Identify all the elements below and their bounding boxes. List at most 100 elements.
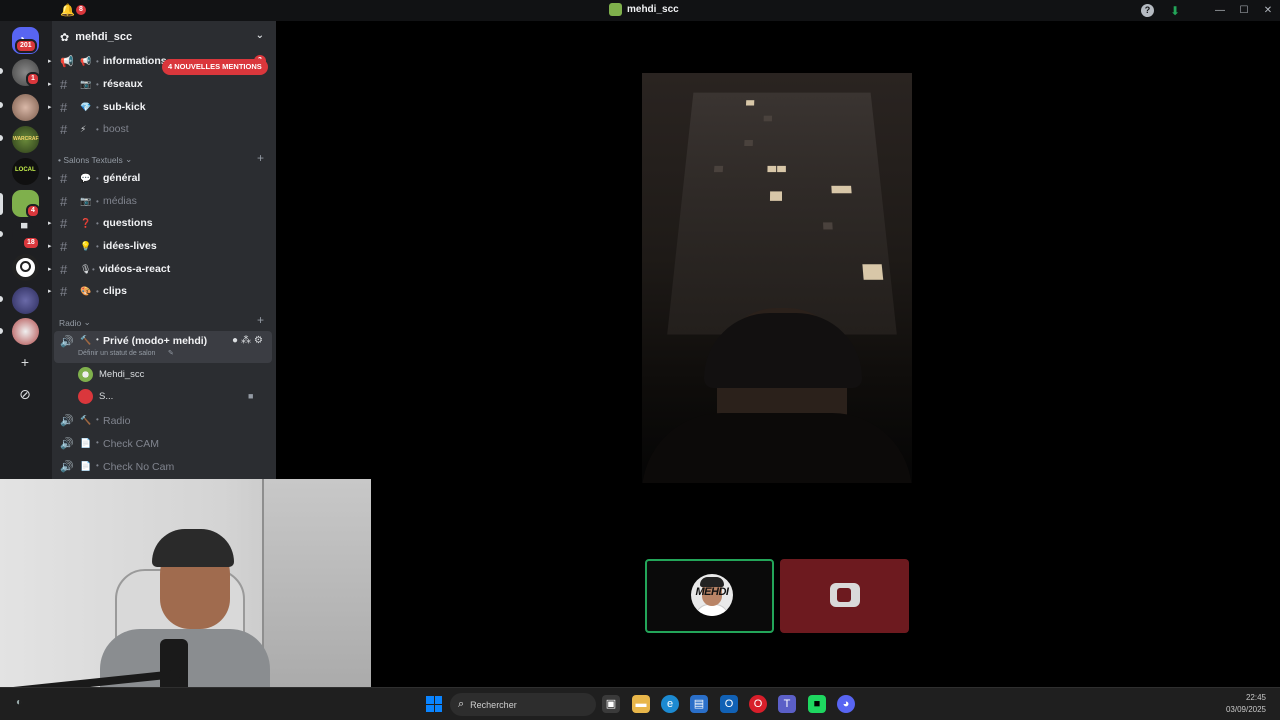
voice-channel-check-cam[interactable]: 🔊 📄 • Check CAM xyxy=(52,434,276,454)
avatar: MEHDI xyxy=(691,574,733,616)
task-view-icon[interactable]: ▣ xyxy=(602,695,620,713)
server-icon-2[interactable] xyxy=(12,94,39,121)
opera-icon[interactable]: O xyxy=(749,695,767,713)
unread-indicator-icon: ▸ xyxy=(48,175,52,182)
channel-name: réseaux xyxy=(103,78,143,90)
hash-icon: # xyxy=(60,76,68,92)
participant-video-stream[interactable] xyxy=(642,73,912,483)
invite-icon[interactable]: ⁂ xyxy=(241,335,254,346)
create-channel-plus-icon[interactable]: + xyxy=(257,313,264,327)
voice-channel-status[interactable]: Définir un statut de salon xyxy=(78,350,155,357)
voice-channel-radio[interactable]: 🔊 🔨 • Radio xyxy=(52,411,276,431)
create-channel-plus-icon[interactable]: + xyxy=(257,151,264,165)
maximize-button[interactable]: ☐ xyxy=(1232,5,1256,16)
chat-bubble-icon[interactable]: ● xyxy=(232,335,241,346)
widgets-icon[interactable]: ◐ xyxy=(16,697,22,708)
separator-dot: • xyxy=(96,102,99,112)
add-server-button[interactable]: + xyxy=(15,352,35,372)
webcam-door xyxy=(262,479,371,700)
home-mention-badge: 201 xyxy=(15,39,37,53)
voice-user-name: S... xyxy=(99,390,114,402)
server-icon xyxy=(609,3,622,16)
monitor-icon: ▀ xyxy=(21,223,28,233)
channel-name: général xyxy=(103,172,141,184)
server-header[interactable]: ✿ mehdi_scc ⌄ xyxy=(52,21,276,53)
channel-sub-kick[interactable]: ▸ # 💎 • sub-kick xyxy=(48,97,276,117)
server-unread-pill xyxy=(0,296,3,302)
channel-boost[interactable]: # ⚡ • boost xyxy=(52,119,276,139)
hash-icon: # xyxy=(60,193,68,209)
download-icon[interactable]: ⬇ xyxy=(1170,4,1180,18)
category-radio[interactable]: Radio ⌄ xyxy=(59,317,91,328)
window-light xyxy=(862,264,884,280)
hash-icon: # xyxy=(60,261,68,277)
unread-indicator-icon: ▸ xyxy=(48,104,52,111)
channel-name: idées-lives xyxy=(103,240,157,252)
hash-icon: # xyxy=(60,121,68,137)
participant-tile-camera[interactable] xyxy=(780,559,909,633)
separator-dot: • xyxy=(96,173,99,183)
unread-indicator-icon: ▸ xyxy=(48,58,52,65)
channel-emoji: 📄 xyxy=(80,461,92,471)
discord-taskbar-icon[interactable]: ◕ xyxy=(837,695,855,713)
minimize-button[interactable]: — xyxy=(1208,5,1232,16)
server-unread-pill xyxy=(0,68,3,74)
channel-medias[interactable]: # 📷 • médias xyxy=(52,191,276,211)
avatar-text: MEHDI xyxy=(695,586,729,598)
window-light xyxy=(713,165,724,173)
category-salons-textuels[interactable]: • Salons Textuels ⌄ xyxy=(58,154,132,165)
title-bar: 🔔 8 mehdi_scc ? ⬇ — ☐ ✕ xyxy=(0,0,1280,21)
clock-date: 03/09/2025 xyxy=(1225,705,1266,714)
server-icon-warcraft[interactable]: WARCRAFT xyxy=(12,126,39,153)
channel-questions[interactable]: ▸ # ❓ • questions xyxy=(48,213,276,233)
channel-reseaux[interactable]: ▸ # 📷 • réseaux xyxy=(48,74,276,94)
voice-user-s[interactable]: S... ■ xyxy=(78,387,253,405)
taskbar-search[interactable]: ⌕ Rechercher xyxy=(450,693,596,716)
edge-browser-icon[interactable]: e xyxy=(661,695,679,713)
pencil-icon[interactable]: ✎ xyxy=(168,349,174,357)
channel-clips[interactable]: ▸ # 🎨 • clips xyxy=(48,281,276,301)
channel-emoji: 📄 xyxy=(80,438,92,448)
window-title: mehdi_scc xyxy=(609,3,679,16)
speaker-icon: 🔊 xyxy=(60,461,74,473)
start-button[interactable] xyxy=(426,696,442,712)
help-icon[interactable]: ? xyxy=(1140,4,1154,17)
window-title-text: mehdi_scc xyxy=(627,4,679,15)
channel-name: clips xyxy=(103,285,127,297)
outlook-icon[interactable]: O xyxy=(720,695,738,713)
window-light xyxy=(763,115,772,122)
spotify-like-icon[interactable]: ■ xyxy=(808,695,826,713)
channel-videos-a-react[interactable]: ▸ # 🎙 • vidéos-a-react xyxy=(48,259,276,279)
server-icon-7[interactable] xyxy=(12,318,39,345)
server-unread-pill xyxy=(0,328,3,334)
unread-indicator-icon: ▸ xyxy=(48,220,52,227)
search-placeholder: Rechercher xyxy=(470,699,517,710)
voice-channel-prive[interactable]: 🔊 🔨 • Privé (modo+ mehdi) Définir un sta… xyxy=(54,331,272,363)
voice-channel-name: Check CAM xyxy=(103,438,160,450)
voice-channel-check-no-cam[interactable]: 🔊 📄 • Check No Cam xyxy=(52,457,276,477)
voice-user-mehdi[interactable]: Mehdi_scc xyxy=(78,365,144,383)
channel-emoji: 🎙 xyxy=(80,263,92,274)
local-logo-icon: LOCAL xyxy=(15,167,36,173)
clock-time: 22:45 xyxy=(1245,693,1266,702)
server-icon-5[interactable] xyxy=(12,254,39,281)
store-icon[interactable]: ▤ xyxy=(690,695,708,713)
bell-icon[interactable]: 🔔 xyxy=(60,3,75,17)
camera-lens xyxy=(837,588,851,602)
server-icon-6[interactable] xyxy=(12,287,39,314)
participant-tile-mehdi[interactable]: MEHDI xyxy=(645,559,774,633)
channel-emoji: 💡 xyxy=(80,240,92,251)
system-clock[interactable]: 22:45 03/09/2025 xyxy=(1226,692,1266,716)
settings-gear-icon[interactable]: ⚙ xyxy=(254,335,266,346)
discover-button[interactable]: ⊘ xyxy=(15,384,35,404)
unread-indicator-icon: ▸ xyxy=(48,266,52,273)
new-mentions-pill[interactable]: 4 NOUVELLES MENTIONS xyxy=(162,59,268,75)
teams-icon[interactable]: T xyxy=(778,695,796,713)
window-light xyxy=(777,165,786,173)
channel-idees-lives[interactable]: ▸ # 💡 • idées-lives xyxy=(48,236,276,256)
close-button[interactable]: ✕ xyxy=(1256,5,1280,16)
server-icon-local[interactable]: LOCAL xyxy=(12,158,39,185)
file-explorer-icon[interactable]: ▬ xyxy=(632,695,650,713)
hash-icon: # xyxy=(60,99,68,115)
channel-general[interactable]: ▸ # 💬 • général xyxy=(48,168,276,188)
